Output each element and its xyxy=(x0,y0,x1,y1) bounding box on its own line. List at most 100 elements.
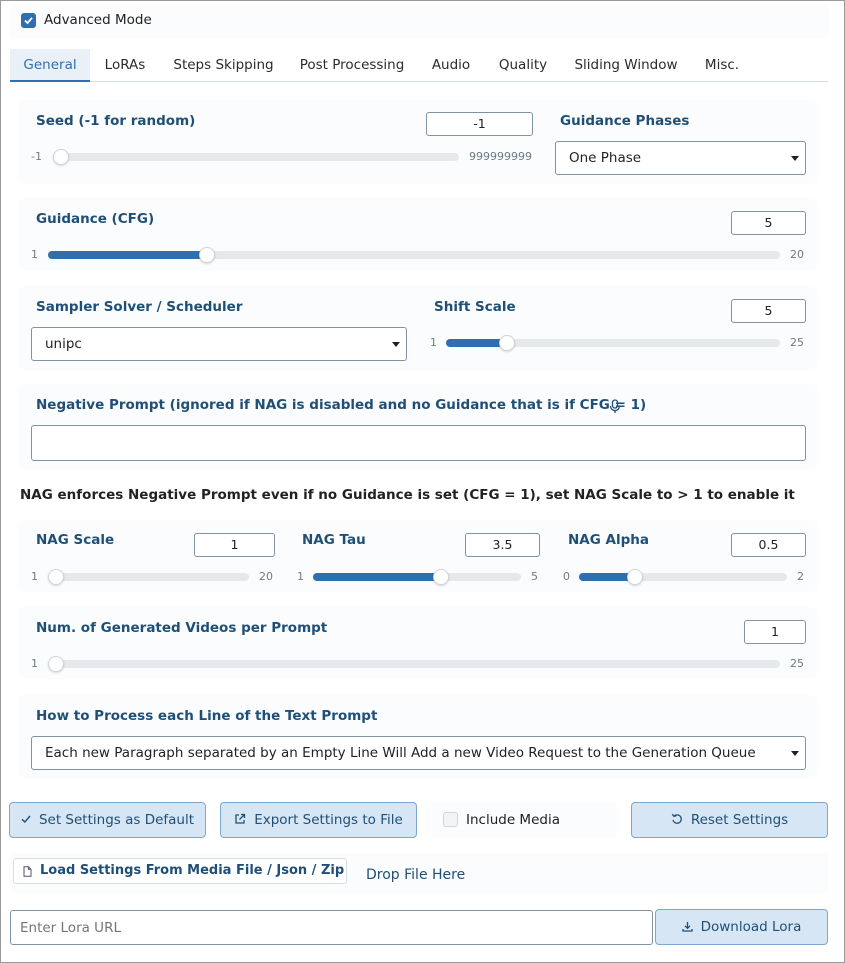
guidance-phases-select[interactable]: One Phase xyxy=(555,141,806,175)
tab-quality[interactable]: Quality xyxy=(490,49,556,82)
nag-panel: NAG Scale 1 1 20 NAG Tau 3.5 1 5 NAG Alp… xyxy=(19,520,817,592)
seed-input[interactable]: -1 xyxy=(426,112,533,136)
include-media-checkbox[interactable] xyxy=(443,812,458,827)
download-icon xyxy=(681,921,693,932)
num-videos-slider-thumb[interactable] xyxy=(48,656,64,672)
microphone-icon[interactable] xyxy=(609,399,621,414)
advanced-mode-label: Advanced Mode xyxy=(44,12,152,28)
include-media-label: Include Media xyxy=(466,812,560,828)
guidance-cfg-input[interactable]: 5 xyxy=(731,211,806,235)
nag-tau-input[interactable]: 3.5 xyxy=(465,533,540,557)
chevron-down-icon xyxy=(392,342,400,347)
num-videos-panel: Num. of Generated Videos per Prompt 1 1 … xyxy=(19,607,817,679)
advanced-mode-checkbox[interactable] xyxy=(21,13,36,28)
guidance-phases-title: Guidance Phases xyxy=(560,113,690,129)
line-processing-select[interactable]: Each new Paragraph separated by an Empty… xyxy=(31,736,806,770)
sampler-value: unipc xyxy=(45,336,82,352)
nag-tau-slider[interactable] xyxy=(313,569,521,585)
tab-loras[interactable]: LoRAs xyxy=(94,49,156,82)
download-lora-button[interactable]: Download Lora xyxy=(655,909,828,945)
nag-scale-slider-thumb[interactable] xyxy=(48,569,64,585)
include-media-box: Include Media xyxy=(431,802,617,838)
seed-max: 999999999 xyxy=(469,150,532,163)
nag-alpha-slider-thumb[interactable] xyxy=(627,569,643,585)
tab-steps-skipping[interactable]: Steps Skipping xyxy=(166,49,281,82)
reset-settings-label: Reset Settings xyxy=(690,812,789,828)
num-videos-input[interactable]: 1 xyxy=(744,620,806,644)
negative-prompt-title: Negative Prompt (ignored if NAG is disab… xyxy=(36,397,647,413)
nag-alpha-input[interactable]: 0.5 xyxy=(731,533,806,557)
nag-tau-min: 1 xyxy=(297,570,304,583)
download-lora-label: Download Lora xyxy=(700,919,802,935)
tab-sliding-window[interactable]: Sliding Window xyxy=(566,49,686,82)
negative-prompt-panel: Negative Prompt (ignored if NAG is disab… xyxy=(19,384,817,469)
num-videos-min: 1 xyxy=(31,657,38,670)
sampler-select[interactable]: unipc xyxy=(31,327,407,361)
file-icon xyxy=(23,866,32,877)
drop-file-zone[interactable]: Drop File Here xyxy=(366,867,465,883)
shift-scale-input[interactable]: 5 xyxy=(731,299,806,323)
reset-icon xyxy=(671,813,682,824)
seed-slider[interactable] xyxy=(53,149,459,165)
shift-scale-slider-thumb[interactable] xyxy=(499,335,515,351)
nag-scale-max: 20 xyxy=(259,570,273,583)
nag-tau-slider-fill xyxy=(313,573,441,581)
nag-alpha-title: NAG Alpha xyxy=(568,532,649,548)
shift-scale-min: 1 xyxy=(430,336,437,349)
seed-panel: Seed (-1 for random) -1 -1 999999999 Gui… xyxy=(19,100,817,184)
sampler-title: Sampler Solver / Scheduler xyxy=(36,299,243,315)
tab-misc[interactable]: Misc. xyxy=(696,49,748,82)
num-videos-slider[interactable] xyxy=(48,656,780,672)
check-icon xyxy=(21,815,31,824)
advanced-mode-row: Advanced Mode xyxy=(10,5,829,39)
nag-scale-input[interactable]: 1 xyxy=(194,533,275,557)
line-processing-value: Each new Paragraph separated by an Empty… xyxy=(45,745,756,761)
shift-scale-slider-fill xyxy=(446,339,507,347)
guidance-cfg-slider-thumb[interactable] xyxy=(198,247,215,263)
chevron-down-icon xyxy=(791,156,799,161)
reset-settings-button[interactable]: Reset Settings xyxy=(631,802,828,838)
nag-tau-title: NAG Tau xyxy=(302,532,366,548)
guidance-cfg-title: Guidance (CFG) xyxy=(36,211,155,227)
shift-scale-title: Shift Scale xyxy=(434,299,516,315)
nag-tau-max: 5 xyxy=(531,570,538,583)
load-settings-panel: Load Settings From Media File / Json / Z… xyxy=(9,853,828,893)
shift-scale-slider[interactable] xyxy=(446,335,780,351)
sampler-panel: Sampler Solver / Scheduler unipc Shift S… xyxy=(19,286,817,370)
export-settings-button[interactable]: Export Settings to File xyxy=(220,802,417,838)
tab-post-processing[interactable]: Post Processing xyxy=(292,49,412,82)
seed-title: Seed (-1 for random) xyxy=(36,113,196,129)
nag-alpha-max: 2 xyxy=(797,570,804,583)
line-processing-title: How to Process each Line of the Text Pro… xyxy=(36,708,378,724)
set-default-label: Set Settings as Default xyxy=(38,812,195,828)
nag-scale-slider[interactable] xyxy=(48,569,249,585)
nag-tau-slider-thumb[interactable] xyxy=(433,569,449,585)
guidance-cfg-slider[interactable] xyxy=(48,247,780,263)
chevron-down-icon xyxy=(791,751,799,756)
tab-audio[interactable]: Audio xyxy=(422,49,480,82)
nag-scale-title: NAG Scale xyxy=(36,532,115,548)
tab-general[interactable]: General xyxy=(10,49,90,82)
seed-min: -1 xyxy=(31,150,42,163)
load-settings-label: Load Settings From Media File / Json / Z… xyxy=(40,863,345,878)
nag-alpha-slider[interactable] xyxy=(579,569,787,585)
lora-url-input[interactable] xyxy=(10,910,653,945)
line-processing-panel: How to Process each Line of the Text Pro… xyxy=(19,695,817,778)
guidance-cfg-max: 20 xyxy=(790,248,804,261)
load-settings-button[interactable]: Load Settings From Media File / Json / Z… xyxy=(13,858,347,884)
checkmark-icon xyxy=(24,17,33,25)
num-videos-max: 25 xyxy=(790,657,804,670)
nag-note: NAG enforces Negative Prompt even if no … xyxy=(20,487,795,503)
nag-alpha-min: 0 xyxy=(563,570,570,583)
num-videos-title: Num. of Generated Videos per Prompt xyxy=(36,620,328,636)
settings-tabs: General LoRAs Steps Skipping Post Proces… xyxy=(10,49,828,82)
nag-scale-min: 1 xyxy=(31,570,38,583)
negative-prompt-input[interactable] xyxy=(31,425,806,461)
guidance-phases-value: One Phase xyxy=(569,150,642,166)
shift-scale-max: 25 xyxy=(790,336,804,349)
set-default-button[interactable]: Set Settings as Default xyxy=(9,802,206,838)
guidance-cfg-min: 1 xyxy=(31,248,38,261)
seed-slider-thumb[interactable] xyxy=(53,149,69,165)
guidance-cfg-slider-fill xyxy=(48,251,207,259)
guidance-cfg-panel: Guidance (CFG) 5 1 20 xyxy=(19,198,817,271)
